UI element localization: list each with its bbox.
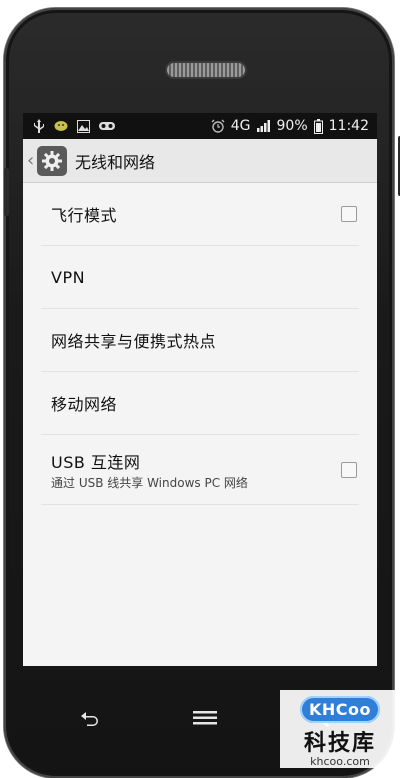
setting-tethering-hotspot[interactable]: 网络共享与便携式热点: [41, 309, 359, 372]
back-icon[interactable]: [70, 700, 110, 736]
watermark-url: khcoo.com: [310, 755, 370, 768]
action-bar: ‹ 无线和网络: [23, 139, 377, 183]
page-title: 无线和网络: [75, 152, 156, 172]
alarm-icon: [211, 119, 225, 133]
battery-icon: [313, 118, 323, 134]
voicemail-icon: [99, 121, 115, 131]
setting-label: USB 互连网: [51, 453, 141, 472]
watermark-name: 科技库: [303, 731, 376, 756]
earpiece-speaker: [167, 63, 245, 77]
usb-icon: [33, 119, 45, 133]
setting-summary: 通过 USB 线共享 Windows PC 网络: [51, 476, 248, 490]
setting-label: 网络共享与便携式热点: [51, 332, 217, 351]
network-type: 4G: [230, 118, 251, 134]
setting-mobile-network[interactable]: 移动网络: [41, 372, 359, 435]
setting-airplane-mode[interactable]: 飞行模式: [41, 183, 359, 246]
settings-gear-icon[interactable]: [37, 145, 67, 176]
watermark: KHCoo 科技库 khcoo.com: [280, 690, 400, 768]
usb-internet-checkbox[interactable]: [341, 461, 357, 478]
status-bar: 4G 90% 11:42: [23, 113, 377, 139]
image-icon: [77, 119, 90, 133]
airplane-mode-checkbox[interactable]: [341, 206, 357, 222]
volume-button: [4, 168, 9, 216]
phone-screen: 4G 90% 11:42 ‹ 无线和网络 飞行模式 VPN 网络共享与便携式热点…: [23, 113, 377, 666]
clock: 11:42: [328, 118, 369, 134]
battery-percent: 90%: [276, 118, 308, 134]
menu-icon[interactable]: [185, 700, 225, 736]
setting-label: VPN: [51, 267, 86, 287]
setting-vpn[interactable]: VPN: [41, 246, 359, 309]
setting-label: 飞行模式: [51, 206, 118, 225]
settings-list: 飞行模式 VPN 网络共享与便携式热点 移动网络 USB 互连网 通过 USB …: [23, 183, 377, 505]
khcoo-logo: KHCoo: [300, 696, 380, 723]
back-chevron-icon[interactable]: ‹: [27, 150, 37, 171]
signal-icon: [256, 120, 271, 132]
setting-label: 移动网络: [51, 395, 118, 414]
android-debug-icon: [54, 120, 68, 132]
setting-usb-internet[interactable]: USB 互连网 通过 USB 线共享 Windows PC 网络: [41, 435, 359, 505]
